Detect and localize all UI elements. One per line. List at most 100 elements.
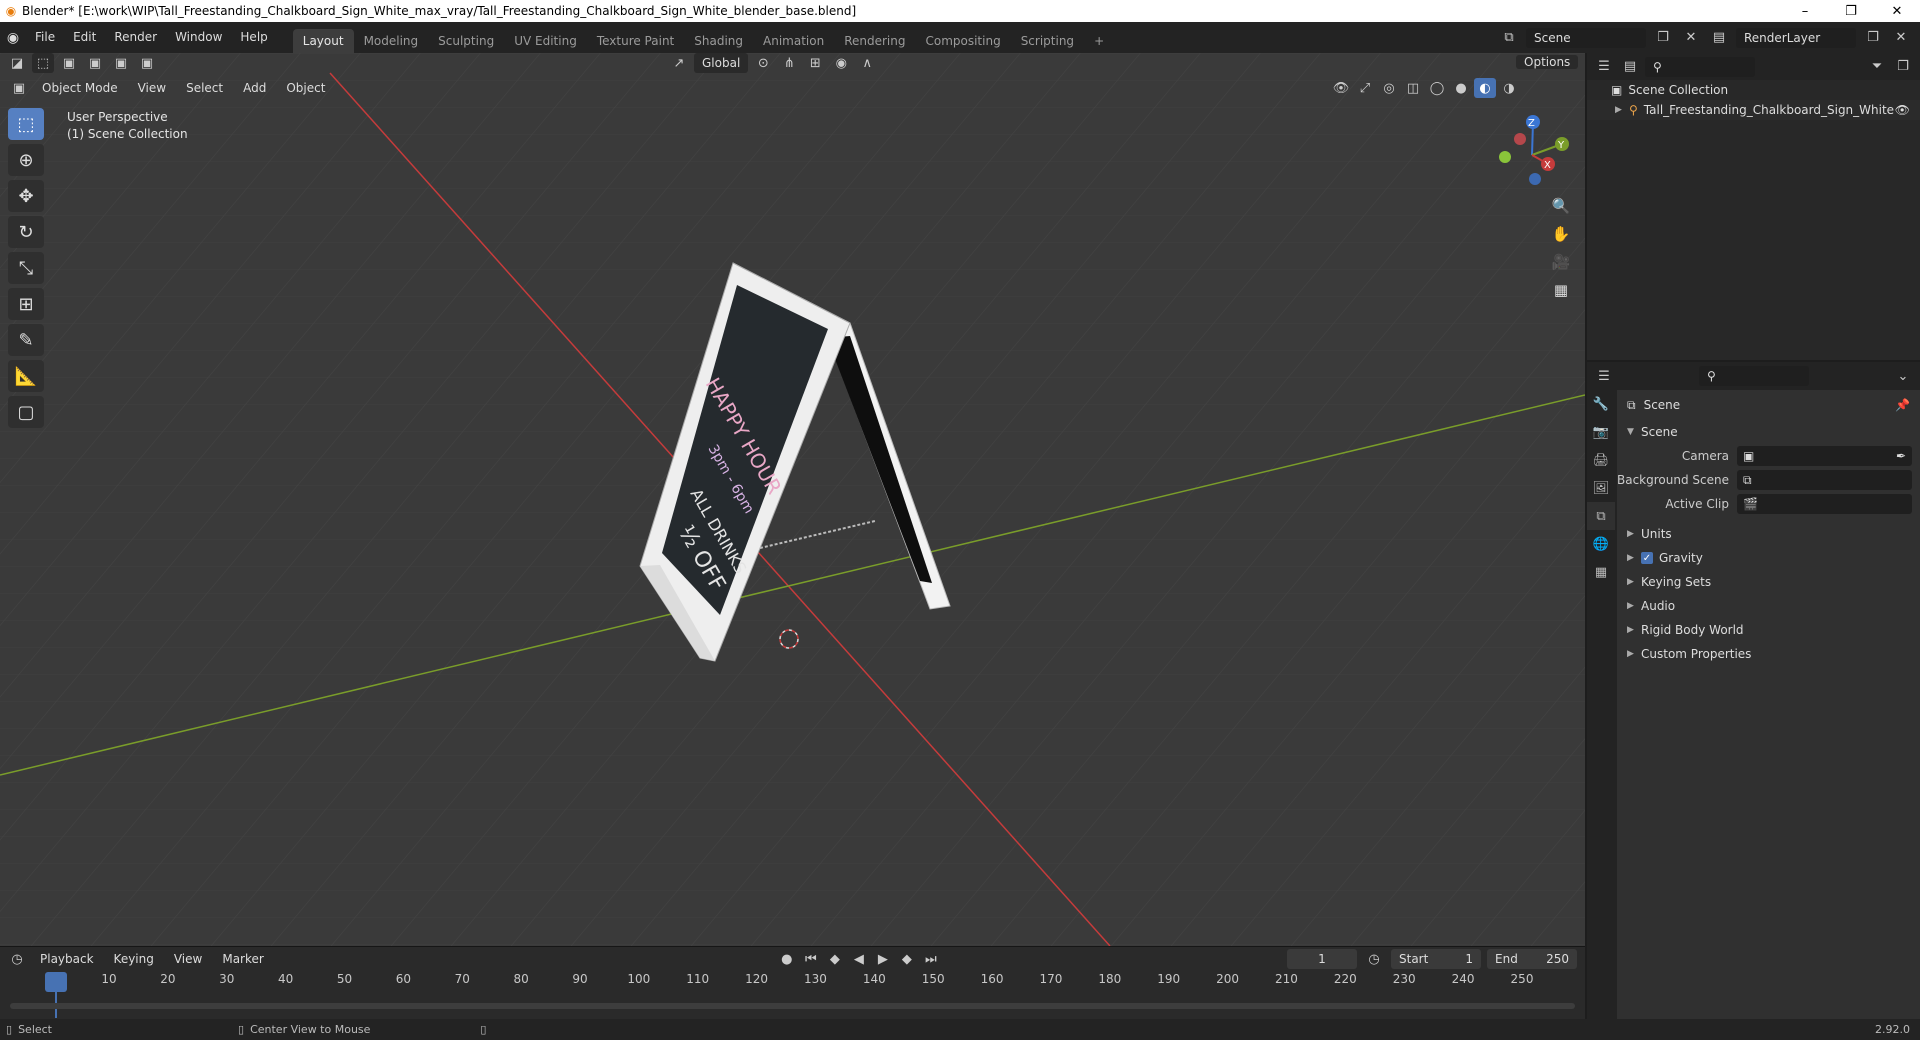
xray-icon[interactable]: ◫ <box>1402 78 1424 98</box>
snap-icon[interactable]: ⋔ <box>778 53 800 73</box>
timeline-editor-icon[interactable]: ◷ <box>6 949 28 969</box>
start-frame-field[interactable]: Start 1 <box>1391 949 1481 969</box>
tab-shading[interactable]: Shading <box>684 29 753 53</box>
viewport-menu-view[interactable]: View <box>130 78 174 98</box>
delete-scene-icon[interactable]: ✕ <box>1680 28 1702 48</box>
editor-type-icon[interactable]: ◪ <box>6 53 28 73</box>
gravity-panel-header[interactable]: ▶ ✓ Gravity <box>1617 546 1920 570</box>
select-box-tool-icon[interactable]: ⬚ <box>8 108 44 140</box>
overlays-icon[interactable]: ◎ <box>1378 78 1400 98</box>
mode-subtract-icon[interactable]: ▣ <box>110 53 132 73</box>
filter-icon[interactable]: ⏷ <box>1866 57 1888 77</box>
outliner-search-input[interactable]: ⚲ <box>1645 56 1755 77</box>
play-reverse-icon[interactable]: ◀ <box>848 949 870 969</box>
blender-menu-icon[interactable]: ◉ <box>0 30 26 46</box>
scale-tool-icon[interactable]: ⤡ <box>8 252 44 284</box>
gizmo-toggle-icon[interactable]: ⤢ <box>1354 78 1376 98</box>
tab-scripting[interactable]: Scripting <box>1011 29 1084 53</box>
view-layer-tab-icon[interactable]: 🖼 <box>1587 474 1615 502</box>
menu-file[interactable]: File <box>26 22 64 53</box>
pin-icon[interactable]: 📌 <box>1895 398 1920 412</box>
expand-arrow-icon[interactable]: ▶ <box>1615 105 1629 115</box>
texture-properties-tab-icon[interactable]: ▦ <box>1587 558 1615 586</box>
tab-layout[interactable]: Layout <box>292 29 354 53</box>
scene-panel-header[interactable]: ▼ Scene <box>1617 420 1920 444</box>
tool-properties-tab-icon[interactable]: 🔧 <box>1587 390 1615 418</box>
scene-icon[interactable]: ⧉ <box>1498 28 1520 48</box>
visibility-eye-icon[interactable]: 👁 <box>1895 103 1920 117</box>
camera-field[interactable]: ▣ ✒ <box>1737 446 1912 466</box>
wireframe-shading-icon[interactable]: ◯ <box>1426 78 1448 98</box>
properties-options-icon[interactable]: ⌄ <box>1892 366 1914 386</box>
tab-uv-editing[interactable]: UV Editing <box>504 29 587 53</box>
rendered-shading-icon[interactable]: ◑ <box>1498 78 1520 98</box>
snap-target-icon[interactable]: ⊞ <box>804 53 826 73</box>
new-layer-icon[interactable]: ❐ <box>1862 28 1884 48</box>
transform-tool-icon[interactable]: ⊞ <box>8 288 44 320</box>
menu-help[interactable]: Help <box>231 22 276 53</box>
cursor-tool-icon[interactable]: ⊕ <box>8 144 44 176</box>
zoom-icon[interactable]: 🔍 <box>1547 192 1575 220</box>
options-button[interactable]: Options <box>1516 55 1579 69</box>
layer-selector[interactable]: RenderLayer <box>1736 27 1856 48</box>
custom-properties-panel-header[interactable]: ▶ Custom Properties <box>1617 642 1920 666</box>
outliner-item[interactable]: Tall_Freestanding_Chalkboard_Sign_White <box>1644 103 1894 117</box>
move-tool-icon[interactable]: ✥ <box>8 180 44 212</box>
mode-extend-icon[interactable]: ▣ <box>84 53 106 73</box>
new-scene-icon[interactable]: ❐ <box>1652 28 1674 48</box>
transform-orientation-dropdown[interactable]: Global <box>694 53 749 73</box>
camera-view-icon[interactable]: 🎥 <box>1547 248 1575 276</box>
jump-start-icon[interactable]: ⏮ <box>800 949 822 969</box>
annotate-tool-icon[interactable]: ✎ <box>8 324 44 356</box>
next-keyframe-icon[interactable]: ◆ <box>896 949 918 969</box>
tab-modeling[interactable]: Modeling <box>354 29 429 53</box>
select-tool-icon[interactable]: ⬚ <box>32 53 54 73</box>
render-layer-icon[interactable]: ▤ <box>1708 28 1730 48</box>
play-icon[interactable]: ▶ <box>872 949 894 969</box>
viewport-menu-add[interactable]: Add <box>235 78 274 98</box>
properties-editor-icon[interactable]: ☰ <box>1593 366 1615 386</box>
jump-end-icon[interactable]: ⏭ <box>920 949 942 969</box>
3d-viewport[interactable]: HAPPY HOUR 3pm - 6pm ALL DRINKS ½ OFF Z … <box>0 53 1585 946</box>
material-shading-icon[interactable]: ◐ <box>1474 78 1496 98</box>
record-icon[interactable]: ● <box>776 949 798 969</box>
playhead[interactable] <box>45 972 67 992</box>
tab-sculpting[interactable]: Sculpting <box>428 29 504 53</box>
viewport-menu-object[interactable]: Object <box>278 78 333 98</box>
falloff-icon[interactable]: ∧ <box>856 53 878 73</box>
mode-dropdown[interactable]: Object Mode <box>34 78 126 98</box>
output-properties-tab-icon[interactable]: 🖨 <box>1587 446 1615 474</box>
ortho-grid-icon[interactable]: ▦ <box>1547 276 1575 304</box>
render-properties-tab-icon[interactable]: 📷 <box>1587 418 1615 446</box>
end-frame-field[interactable]: End 250 <box>1487 949 1577 969</box>
minimize-button[interactable]: – <box>1782 4 1828 19</box>
outliner-root[interactable]: Scene Collection <box>1628 83 1728 97</box>
proportional-edit-icon[interactable]: ◉ <box>830 53 852 73</box>
rigid-body-world-panel-header[interactable]: ▶ Rigid Body World <box>1617 618 1920 642</box>
scene-selector[interactable]: Scene <box>1526 27 1646 48</box>
units-panel-header[interactable]: ▶ Units <box>1617 522 1920 546</box>
tab-texture-paint[interactable]: Texture Paint <box>587 29 684 53</box>
playback-menu[interactable]: Playback <box>32 949 102 969</box>
pan-hand-icon[interactable]: ✋ <box>1547 220 1575 248</box>
tab-animation[interactable]: Animation <box>753 29 834 53</box>
clock-icon[interactable]: ◷ <box>1363 949 1385 969</box>
audio-panel-header[interactable]: ▶ Audio <box>1617 594 1920 618</box>
keying-sets-panel-header[interactable]: ▶ Keying Sets <box>1617 570 1920 594</box>
timeline-scrollbar[interactable] <box>10 1003 1575 1009</box>
new-collection-icon[interactable]: ❐ <box>1892 57 1914 77</box>
properties-editor[interactable]: ☰ ⚲ ⌄ ⧉ Scene 📌 ▼ Scene Camera ▣ ✒ Backgr… <box>1587 362 1920 1019</box>
marker-menu[interactable]: Marker <box>214 949 271 969</box>
outliner-editor-icon[interactable]: ☰ <box>1593 57 1615 77</box>
world-properties-tab-icon[interactable]: 🌐 <box>1587 530 1615 558</box>
menu-window[interactable]: Window <box>166 22 231 53</box>
delete-layer-icon[interactable]: ✕ <box>1890 28 1912 48</box>
add-cube-tool-icon[interactable]: ▢ <box>8 396 44 428</box>
close-button[interactable]: ✕ <box>1874 4 1920 19</box>
frame-ruler[interactable]: 1102030405060708090100110120130140150160… <box>0 972 1585 992</box>
solid-shading-icon[interactable]: ● <box>1450 78 1472 98</box>
rotate-tool-icon[interactable]: ↻ <box>8 216 44 248</box>
measure-tool-icon[interactable]: 📐 <box>8 360 44 392</box>
tab-compositing[interactable]: Compositing <box>915 29 1010 53</box>
outliner-editor[interactable]: ☰ ▤ ⚲ ⏷ ❐ ▣ Scene Collection ▶ ⚲ Tall_Fr… <box>1587 53 1920 360</box>
